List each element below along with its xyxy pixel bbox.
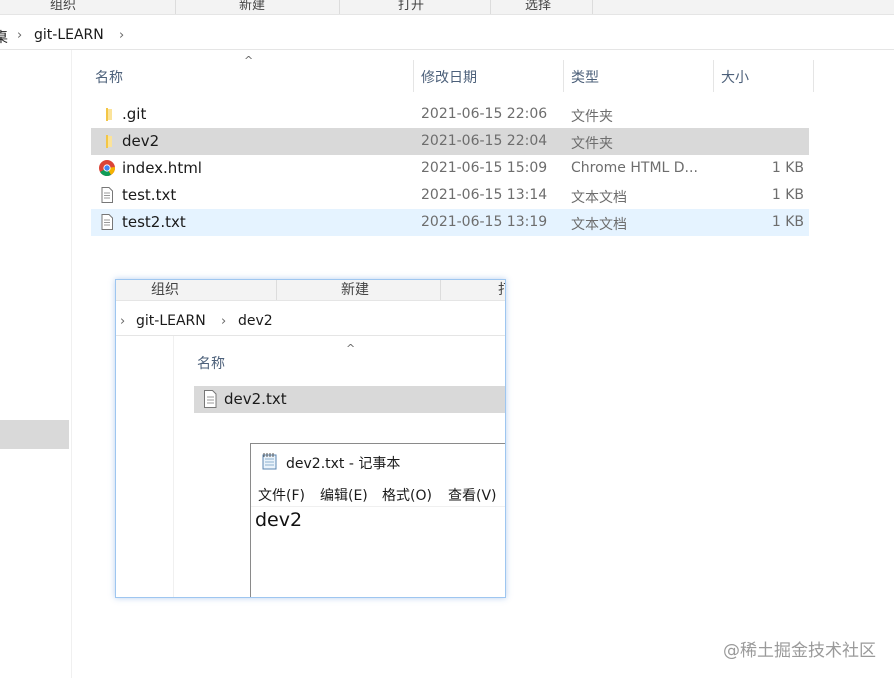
chevron-right-icon[interactable]: › — [221, 314, 226, 329]
file-type: 文件夹 — [571, 136, 613, 152]
sort-ascending-icon: ^ — [244, 54, 254, 67]
file-type: 文本文档 — [571, 217, 627, 233]
column-divider[interactable] — [713, 60, 714, 92]
inner-explorer-window[interactable]: 组织 新建 打 › git-LEARN › dev2 ^ 名称 dev2.txt… — [115, 279, 506, 598]
file-date: 2021-06-15 22:06 — [421, 106, 548, 122]
inner-ribbon: 组织 新建 打 — [116, 280, 505, 301]
notepad-title: dev2.txt - 记事本 — [286, 456, 401, 472]
column-divider[interactable] — [563, 60, 564, 92]
inner-address-bar[interactable]: › git-LEARN › dev2 — [116, 309, 505, 336]
breadcrumb-root[interactable]: git-LEARN — [136, 313, 206, 329]
column-header-size[interactable]: 大小 — [721, 67, 749, 87]
address-bar[interactable]: 桌 › git-LEARN › — [0, 23, 894, 50]
ribbon-divider — [175, 0, 176, 14]
ribbon-open[interactable]: 打开 — [398, 0, 424, 13]
text-file-icon — [101, 214, 113, 230]
file-name: .git — [122, 105, 147, 123]
file-row[interactable]: index.html 2021-06-15 15:09 Chrome HTML … — [91, 155, 809, 182]
column-divider[interactable] — [813, 60, 814, 92]
ribbon-organize[interactable]: 组织 — [151, 280, 179, 299]
nav-pane-divider — [173, 336, 174, 597]
column-header-type[interactable]: 类型 — [571, 67, 599, 87]
text-file-icon — [101, 187, 113, 203]
file-size: 1 KB — [771, 160, 804, 176]
menu-format[interactable]: 格式(O) — [382, 485, 432, 505]
file-row[interactable]: .git 2021-06-15 22:06 文件夹 — [91, 101, 809, 128]
ribbon-divider — [440, 280, 441, 300]
chevron-right-icon[interactable]: › — [120, 314, 125, 329]
notepad-text-area[interactable]: dev2 — [255, 509, 302, 531]
chevron-right-icon[interactable]: › — [119, 28, 124, 43]
folder-icon — [106, 135, 112, 148]
file-date: 2021-06-15 22:04 — [421, 133, 548, 149]
notepad-icon — [262, 453, 277, 470]
file-date: 2021-06-15 15:09 — [421, 160, 548, 176]
file-type: 文件夹 — [571, 109, 613, 125]
column-header-date[interactable]: 修改日期 — [421, 67, 477, 87]
nav-pane-selected-item[interactable] — [0, 420, 69, 449]
nav-pane-divider — [71, 50, 72, 678]
ribbon-select[interactable]: 选择 — [525, 0, 551, 13]
column-divider[interactable] — [413, 60, 414, 92]
file-size: 1 KB — [771, 187, 804, 203]
notepad-window[interactable]: dev2.txt - 记事本 文件(F) 编辑(E) 格式(O) 查看(V) d… — [250, 443, 505, 597]
folder-icon — [106, 108, 112, 121]
text-file-icon — [204, 390, 217, 408]
file-row-selected[interactable]: dev2 2021-06-15 22:04 文件夹 — [91, 128, 809, 155]
ribbon-divider — [490, 0, 491, 14]
menu-file[interactable]: 文件(F) — [258, 485, 305, 505]
breadcrumb-current[interactable]: git-LEARN — [34, 27, 104, 43]
ribbon-open[interactable]: 打 — [498, 280, 505, 299]
file-row-selected[interactable]: dev2.txt — [194, 386, 505, 413]
ribbon-divider — [276, 280, 277, 300]
ribbon-new[interactable]: 新建 — [239, 0, 265, 13]
file-name: dev2 — [122, 132, 160, 150]
file-size: 1 KB — [771, 214, 804, 230]
file-name: dev2.txt — [224, 390, 287, 408]
column-header-name[interactable]: 名称 — [95, 67, 123, 87]
file-row[interactable]: test.txt 2021-06-15 13:14 文本文档 1 KB — [91, 182, 809, 209]
file-name: test2.txt — [122, 213, 186, 231]
ribbon-new[interactable]: 新建 — [341, 280, 369, 299]
column-header-name[interactable]: 名称 — [197, 353, 225, 373]
file-name: test.txt — [122, 186, 177, 204]
breadcrumb-parent[interactable]: 桌 — [0, 27, 8, 47]
menu-edit[interactable]: 编辑(E) — [320, 485, 368, 505]
ribbon-divider — [339, 0, 340, 14]
ribbon-organize[interactable]: 组织 — [50, 0, 76, 13]
chevron-right-icon[interactable]: › — [17, 28, 22, 43]
file-date: 2021-06-15 13:14 — [421, 187, 548, 203]
menu-view[interactable]: 查看(V) — [448, 485, 497, 505]
file-row-hovered[interactable]: test2.txt 2021-06-15 13:19 文本文档 1 KB — [91, 209, 809, 236]
watermark: @稀土掘金技术社区 — [723, 641, 876, 661]
chrome-icon — [99, 160, 115, 176]
ribbon: 组织 新建 打开 选择 — [0, 0, 894, 15]
file-name: index.html — [122, 159, 202, 177]
file-date: 2021-06-15 13:19 — [421, 214, 548, 230]
file-type: 文本文档 — [571, 190, 627, 206]
breadcrumb-current[interactable]: dev2 — [238, 313, 273, 329]
menu-divider — [251, 506, 505, 507]
ribbon-divider — [592, 0, 593, 14]
file-type: Chrome HTML D... — [571, 160, 698, 176]
sort-ascending-icon: ^ — [346, 342, 356, 355]
